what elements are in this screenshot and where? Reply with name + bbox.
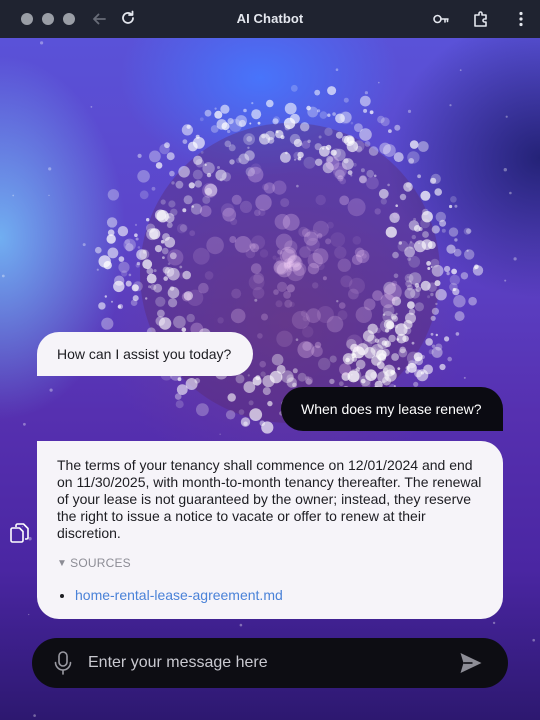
user-message: When does my lease renew?	[281, 387, 503, 431]
copy-icon[interactable]	[9, 522, 31, 544]
sources-list: home-rental-lease-agreement.md	[57, 587, 483, 604]
caret-down-icon: ▼	[57, 558, 68, 569]
more-icon[interactable]	[511, 9, 531, 29]
bot-message-text: How can I assist you today?	[57, 346, 232, 362]
bot-message-answer: The terms of your tenancy shall commence…	[37, 441, 503, 619]
key-icon[interactable]	[431, 9, 451, 29]
chat-window: AI Chatbot How can I assist you today? W…	[0, 0, 540, 720]
source-link[interactable]: home-rental-lease-agreement.md	[75, 587, 283, 603]
window-title: AI Chatbot	[236, 11, 304, 26]
microphone-icon[interactable]	[52, 650, 74, 676]
bot-answer-text: The terms of your tenancy shall commence…	[57, 457, 482, 541]
message-input[interactable]	[88, 649, 448, 677]
source-item: home-rental-lease-agreement.md	[75, 587, 483, 604]
sources-label: SOURCES	[70, 556, 131, 570]
send-icon[interactable]	[458, 650, 484, 676]
user-message-text: When does my lease renew?	[301, 401, 482, 417]
message-composer	[32, 638, 508, 688]
sources-toggle[interactable]: ▼ SOURCES	[57, 555, 483, 572]
title-bar: AI Chatbot	[0, 0, 540, 38]
extension-icon[interactable]	[471, 9, 491, 29]
bot-message-greeting: How can I assist you today?	[37, 332, 253, 376]
